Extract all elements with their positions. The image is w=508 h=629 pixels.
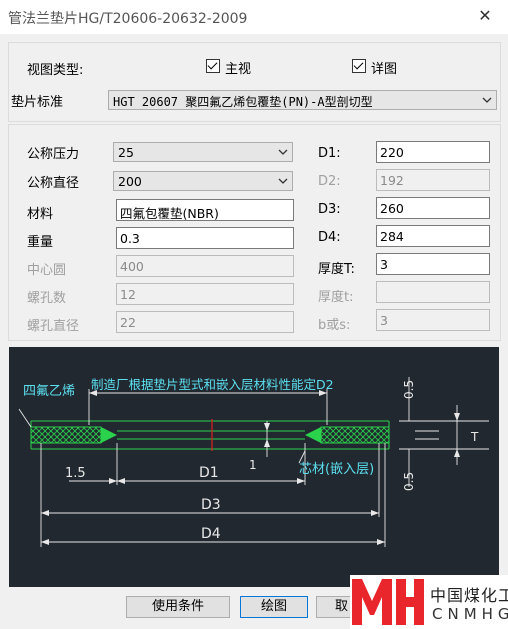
bolt-hole-dia-label: 螺孔直径 [27, 319, 80, 334]
material-input[interactable]: 四氟包覆垫(NBR) [116, 199, 294, 221]
view-type-label: 视图类型: [27, 63, 84, 78]
usage-conditions-button[interactable]: 使用条件 [126, 596, 230, 618]
dim-05-bottom: 0.5 [402, 472, 416, 491]
d3-label: D3: [318, 202, 341, 217]
title-bar: 管法兰垫片HG/T20606-20632-2009 ✕ [0, 0, 508, 34]
d2-input: 192 [376, 169, 490, 191]
bolt-holes-label: 螺孔数 [27, 291, 67, 306]
gasket-section [30, 419, 390, 451]
weight-label: 重量 [27, 235, 54, 250]
thickness-input[interactable]: 3 [376, 253, 490, 275]
dim-d1: D1 [199, 465, 219, 481]
gasket-standard-value: HGT 20607 聚四氟乙烯包覆垫(PN)-A型剖切型 [113, 95, 373, 109]
dim-d3: D3 [201, 497, 221, 513]
b-or-s-label: b或s: [318, 318, 351, 333]
d1-input[interactable]: 220 [376, 141, 490, 163]
gasket-standard-select[interactable]: HGT 20607 聚四氟乙烯包覆垫(PN)-A型剖切型 [108, 90, 497, 110]
d1-label: D1: [318, 146, 341, 161]
pressure-select[interactable]: 25 [113, 142, 293, 162]
material-label: 材料 [27, 207, 54, 222]
ptfe-label: 四氟乙烯 [23, 384, 75, 399]
center-circle-input: 400 [116, 255, 294, 277]
weight-value: 0.3 [120, 231, 140, 246]
d4-value: 284 [380, 229, 404, 244]
weight-input[interactable]: 0.3 [116, 227, 294, 249]
window-title: 管法兰垫片HG/T20606-20632-2009 [8, 11, 248, 27]
b-or-s-input: 3 [376, 309, 490, 331]
logo-en-text: CNMHG [432, 605, 508, 623]
d4-input[interactable]: 284 [376, 225, 490, 247]
dim-05-top: 0.5 [402, 380, 416, 399]
pressure-value: 25 [118, 145, 134, 160]
center-circle-label: 中心圆 [27, 263, 67, 278]
b-or-s-value: 3 [380, 313, 388, 328]
d3-value: 260 [380, 201, 404, 216]
core-label: 芯材(嵌入层) [299, 462, 374, 477]
pressure-label: 公称压力 [27, 147, 80, 162]
drawing-preview: 四氟乙烯 制造厂根据垫片型式和嵌入层材料性能定D2 芯材(嵌入层) 1.5 D1… [9, 347, 499, 587]
thickness-value: 3 [380, 257, 388, 272]
dim-t: T [470, 430, 479, 444]
chevron-down-icon [278, 149, 288, 155]
main-view-label: 主视 [225, 62, 252, 77]
thickness-t-input [376, 281, 490, 303]
main-view-checkbox[interactable] [206, 59, 220, 73]
detail-view-checkbox[interactable] [352, 59, 366, 73]
gasket-drawing: 四氟乙烯 制造厂根据垫片型式和嵌入层材料性能定D2 芯材(嵌入层) 1.5 D1… [18, 377, 489, 547]
watermark-logo: 中国煤化工 CNMHG [350, 575, 508, 629]
diameter-value: 200 [118, 174, 142, 189]
bolt-hole-dia-value: 22 [120, 315, 136, 330]
material-value: 四氟包覆垫(NBR) [120, 206, 219, 221]
dim-1-5: 1.5 [65, 466, 86, 481]
bolt-hole-dia-input: 22 [116, 311, 294, 333]
view-type-group [8, 42, 501, 122]
d2-label: D2: [318, 174, 341, 189]
detail-view-label: 详图 [371, 62, 398, 77]
chevron-down-icon [482, 97, 492, 103]
thickness-label: 厚度T: [318, 262, 355, 277]
diameter-select[interactable]: 200 [113, 171, 293, 191]
gasket-standard-label: 垫片标准 [11, 95, 64, 110]
dim-1: 1 [249, 458, 257, 472]
thickness-t-label: 厚度t: [318, 290, 354, 305]
d2-value: 192 [380, 173, 404, 188]
draw-button[interactable]: 绘图 [240, 596, 308, 618]
d3-input[interactable]: 260 [376, 197, 490, 219]
logo-cn-text: 中国煤化工 [430, 586, 508, 605]
d2-note: 制造厂根据垫片型式和嵌入层材料性能定D2 [91, 377, 334, 392]
drawing-labels: 四氟乙烯 制造厂根据垫片型式和嵌入层材料性能定D2 芯材(嵌入层) 1.5 D1… [23, 377, 479, 542]
bolt-holes-input: 12 [116, 283, 294, 305]
cnmhg-logo-icon [352, 579, 424, 625]
d1-value: 220 [380, 145, 404, 160]
chevron-down-icon [278, 178, 288, 184]
diameter-label: 公称直径 [27, 176, 80, 191]
center-circle-value: 400 [120, 259, 144, 274]
dim-d4: D4 [201, 526, 221, 542]
close-icon[interactable]: ✕ [462, 0, 508, 34]
bolt-holes-value: 12 [120, 287, 136, 302]
d4-label: D4: [318, 230, 341, 245]
